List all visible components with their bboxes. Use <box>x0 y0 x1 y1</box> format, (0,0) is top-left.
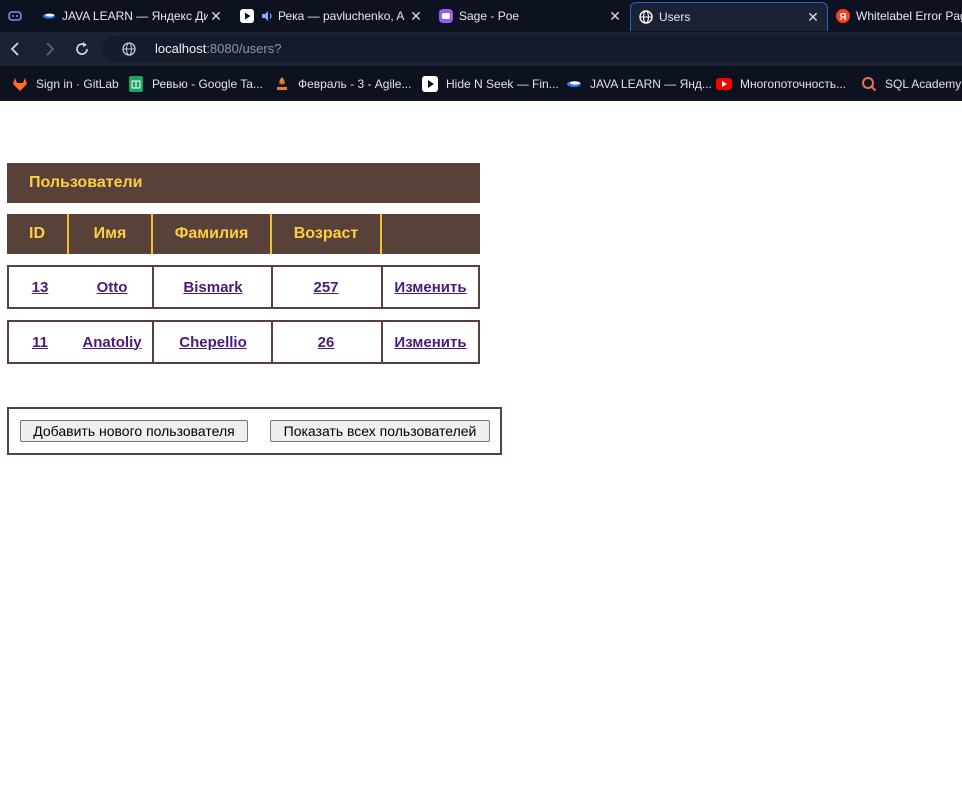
add-user-button[interactable]: Добавить нового пользователя <box>20 420 248 442</box>
back-icon[interactable] <box>7 40 25 58</box>
user-age-link[interactable]: 257 <box>313 279 338 296</box>
play-icon <box>240 9 254 23</box>
yandex-disk-icon <box>42 9 56 23</box>
user-id-link[interactable]: 11 <box>32 334 48 351</box>
show-all-users-button[interactable]: Показать всех пользователей <box>270 420 490 442</box>
cell-name: Otto <box>71 267 153 307</box>
cell-action: Изменить <box>383 322 478 362</box>
user-name-link[interactable]: Otto <box>97 279 128 296</box>
column-header-age: Возраст <box>272 214 382 254</box>
table-row: 13 Otto Bismark 257 Изменить <box>7 265 480 309</box>
column-header-label: Возраст <box>293 225 359 242</box>
reload-icon[interactable] <box>73 40 91 58</box>
user-name-link[interactable]: Anatoliy <box>82 334 141 351</box>
tab-title: JAVA LEARN — Яндекс Дис <box>62 9 208 23</box>
globe-icon <box>639 10 653 24</box>
table-row: 11 Anatoliy Chepellio 26 Изменить <box>7 320 480 364</box>
url-rest: :8080/users? <box>206 41 282 56</box>
poe-icon <box>439 9 453 23</box>
cell-action: Изменить <box>383 267 478 307</box>
agile-icon <box>274 76 290 92</box>
column-header-surname: Фамилия <box>153 214 272 254</box>
close-tab-icon[interactable]: ✕ <box>208 8 224 25</box>
bookmark-hide-n-seek[interactable]: Hide N Seek — Fin... <box>422 75 559 93</box>
column-header-id: ID <box>7 214 69 254</box>
page-title-bar: Пользователи <box>7 163 480 203</box>
close-tab-icon[interactable]: ✕ <box>805 9 821 26</box>
cell-surname: Chepellio <box>154 322 272 362</box>
tab-reka[interactable]: Река — pavluchenko, A ✕ <box>232 2 430 30</box>
edit-user-link[interactable]: Изменить <box>394 279 466 296</box>
tab-title: Whitelabel Error Pag <box>856 9 962 23</box>
user-age-link[interactable]: 26 <box>318 334 335 351</box>
bookmark-label: JAVA LEARN — Янд... <box>590 77 712 91</box>
address-bar-row: localhost:8080/users? <box>0 32 962 66</box>
tab-whitelabel[interactable]: Я Whitelabel Error Pag <box>828 2 962 30</box>
address-input[interactable]: localhost:8080/users? <box>102 36 962 62</box>
gitlab-icon <box>12 76 28 92</box>
tab-poe[interactable]: Sage - Poe ✕ <box>431 2 629 30</box>
user-surname-link[interactable]: Chepellio <box>179 334 247 351</box>
tab-users[interactable]: Users ✕ <box>630 2 828 31</box>
column-header-label: Имя <box>93 225 127 242</box>
bookmark-label: Многопоточность... <box>740 77 847 91</box>
tab-discord[interactable] <box>0 2 28 30</box>
user-id-link[interactable]: 13 <box>32 279 49 296</box>
bookmark-label: Sign in · GitLab <box>36 77 119 91</box>
cell-name: Anatoliy <box>71 322 153 362</box>
cell-age: 257 <box>272 267 380 307</box>
discord-icon <box>8 9 22 23</box>
close-tab-icon[interactable]: ✕ <box>607 8 623 25</box>
url-host: localhost <box>155 41 207 56</box>
bookmark-gitlab[interactable]: Sign in · GitLab <box>12 75 119 93</box>
yandex-disk-icon <box>566 76 582 92</box>
bookmark-label: Hide N Seek — Fin... <box>446 77 559 91</box>
bookmark-sql-academy[interactable]: SQL Academy: <box>861 75 962 93</box>
actions-panel: Добавить нового пользователя Показать вс… <box>7 407 502 455</box>
page-title: Пользователи <box>29 174 143 191</box>
youtube-icon <box>716 76 732 92</box>
cell-id: 11 <box>9 322 71 362</box>
column-header-label: Фамилия <box>174 225 249 242</box>
bookmark-agile[interactable]: Февраль - 3 - Agile... <box>274 75 411 93</box>
bookmark-label: Ревью - Google Ta... <box>152 77 263 91</box>
svg-text:Я: Я <box>839 12 846 23</box>
tab-java-learn[interactable]: JAVA LEARN — Яндекс Дис ✕ <box>34 2 230 30</box>
site-info-icon[interactable] <box>122 42 136 61</box>
column-header-label: ID <box>29 225 45 242</box>
speaker-icon[interactable] <box>260 9 274 23</box>
bookmark-java-learn[interactable]: JAVA LEARN — Янд... <box>566 75 712 93</box>
tab-title: Река — pavluchenko, A <box>278 9 405 23</box>
edit-user-link[interactable]: Изменить <box>394 334 466 351</box>
cell-surname: Bismark <box>154 267 272 307</box>
bookmark-label: SQL Academy: <box>885 77 962 91</box>
cell-id: 13 <box>9 267 71 307</box>
bookmarks-bar: Sign in · GitLab Ревью - Google Ta... Фе… <box>0 66 962 101</box>
bookmark-youtube[interactable]: Многопоточность... <box>716 75 846 93</box>
column-header-name: Имя <box>69 214 153 254</box>
bookmark-google-sheets[interactable]: Ревью - Google Ta... <box>128 75 263 93</box>
column-header-actions <box>382 214 480 254</box>
close-tab-icon[interactable]: ✕ <box>408 8 424 25</box>
bookmark-label: Февраль - 3 - Agile... <box>298 77 412 91</box>
user-surname-link[interactable]: Bismark <box>183 279 242 296</box>
play-icon <box>422 76 438 92</box>
browser-tab-strip: JAVA LEARN — Яндекс Дис ✕ Река — pavluch… <box>0 0 962 32</box>
sql-academy-icon <box>861 76 877 92</box>
tab-title: Sage - Poe <box>459 9 520 23</box>
cell-age: 26 <box>272 322 380 362</box>
tab-title: Users <box>659 10 691 24</box>
yandex-icon: Я <box>836 9 850 23</box>
column-divider <box>271 267 273 307</box>
url-text: localhost:8080/users? <box>155 41 281 56</box>
google-sheets-icon <box>128 76 144 92</box>
forward-icon[interactable] <box>40 40 58 58</box>
